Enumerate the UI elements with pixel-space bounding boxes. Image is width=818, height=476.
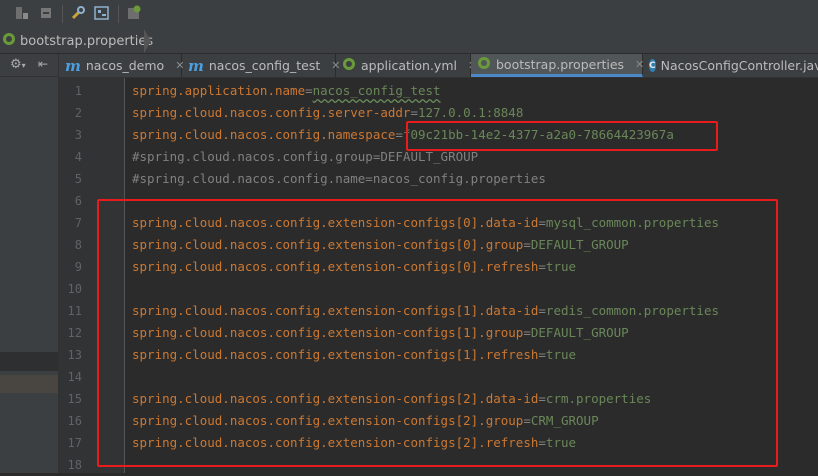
line-number: 1 [74, 84, 82, 98]
line-number: 4 [74, 150, 82, 164]
module-icon: m [188, 56, 204, 75]
module-icon: m [65, 56, 81, 75]
gear-icon[interactable]: ⚙▾ [10, 57, 26, 72]
code-comment: #spring.cloud.nacos.config.group=DEFAULT… [132, 149, 479, 164]
spring-leaf-icon [477, 56, 491, 73]
property-key: spring.application.name [132, 83, 306, 98]
tab-label: nacos_config_test [208, 58, 321, 73]
line-number: 9 [74, 260, 82, 274]
namespace-highlight-box [406, 121, 718, 151]
navigation-bar: bootstrap.properties [0, 29, 818, 54]
class-icon: C [649, 59, 656, 72]
line-number: 8 [74, 238, 82, 252]
line-number: 13 [67, 348, 82, 362]
project-settings-icon[interactable] [94, 5, 110, 21]
tab-nacos-config-controller[interactable]: C NacosConfigController.java [643, 54, 818, 77]
property-key: spring.cloud.nacos.config.server-addr [132, 105, 411, 120]
property-value: nacos_config_test [312, 83, 441, 98]
breadcrumb-file-label: bootstrap.properties [20, 33, 154, 49]
line-number: 17 [67, 436, 82, 450]
tab-label: bootstrap.properties [496, 56, 625, 72]
settings-wrench-icon[interactable] [70, 5, 86, 21]
property-equals: = [410, 105, 418, 120]
project-structure-icon[interactable] [14, 5, 30, 21]
tab-application-yml[interactable]: application.yml ✕ [336, 54, 477, 77]
selected-tree-row[interactable] [0, 352, 58, 371]
line-number: 3 [74, 128, 82, 142]
tab-label: NacosConfigController.java [660, 58, 818, 73]
line-number: 16 [67, 414, 82, 428]
tab-label: application.yml [361, 58, 457, 73]
sdk-manager-icon[interactable] [126, 5, 142, 21]
property-equals: = [395, 127, 403, 142]
line-number: 10 [67, 282, 82, 296]
main-toolbar [0, 0, 818, 30]
extension-configs-highlight-box [97, 199, 778, 467]
spring-leaf-icon [342, 57, 356, 74]
line-number: 7 [74, 216, 82, 230]
line-number: 12 [67, 326, 82, 340]
breadcrumb[interactable]: bootstrap.properties [2, 32, 153, 50]
code-line[interactable]: spring.application.name=nacos_config_tes… [132, 80, 441, 102]
property-equals: = [305, 83, 313, 98]
build-artifact-icon[interactable] [38, 5, 54, 21]
tab-bootstrap-properties[interactable]: bootstrap.properties ✕ [471, 54, 644, 77]
line-number: 5 [74, 172, 82, 186]
code-comment: #spring.cloud.nacos.config.name=nacos_co… [132, 171, 546, 186]
project-tool-window: ⚙▾ ⇤ [0, 54, 59, 473]
project-panel-header: ⚙▾ ⇤ [0, 54, 58, 77]
highlighted-tree-row[interactable] [0, 375, 58, 393]
line-number: 2 [74, 106, 82, 120]
line-number: 6 [74, 194, 82, 208]
collapse-panel-icon[interactable]: ⇤ [38, 57, 48, 71]
tab-nacos-demo[interactable]: m nacos_demo ✕ [59, 54, 184, 77]
property-key: spring.cloud.nacos.config.namespace [132, 127, 396, 142]
editor-tabs: m nacos_demo ✕ m nacos_config_test ✕ app… [59, 54, 818, 78]
spring-leaf-icon [2, 32, 16, 50]
line-number: 11 [67, 304, 82, 318]
property-value: 127.0.0.1:8848 [417, 105, 524, 120]
breadcrumb-separator-icon [144, 29, 151, 53]
code-line[interactable]: #spring.cloud.nacos.config.name=nacos_co… [132, 168, 546, 190]
tab-label: nacos_demo [85, 58, 165, 73]
tab-nacos-config-test[interactable]: m nacos_config_test ✕ [182, 54, 340, 77]
line-number: 14 [67, 370, 82, 384]
line-number: 15 [67, 392, 82, 406]
